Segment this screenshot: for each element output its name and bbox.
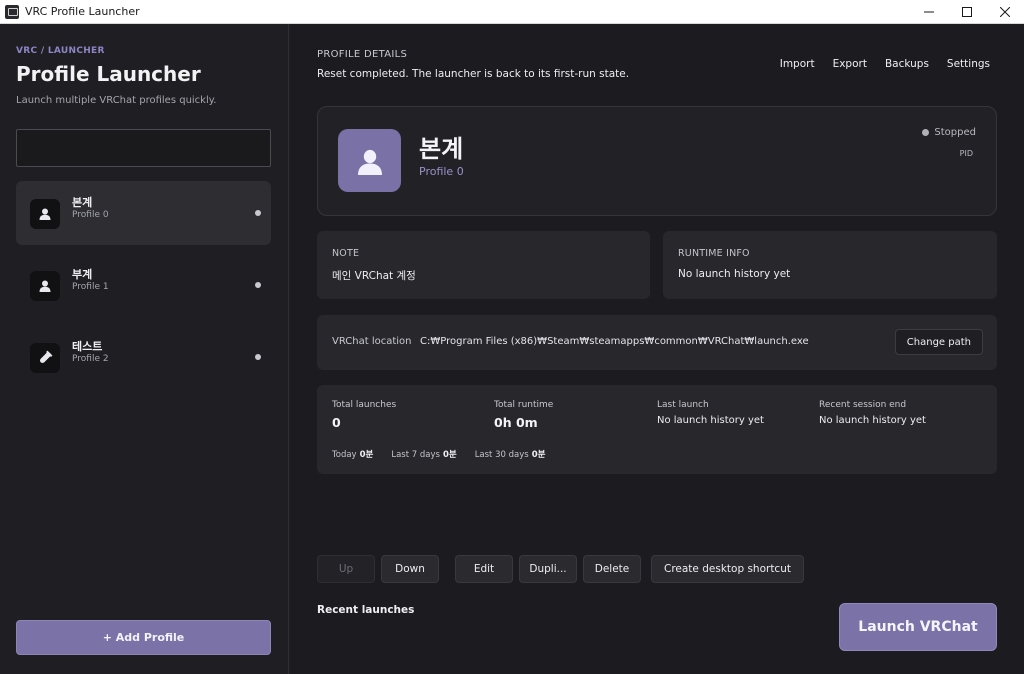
section-label: PROFILE DETAILS — [317, 49, 408, 60]
pid-label: PID — [959, 149, 973, 158]
stat-recent-session-end: Recent session end No launch history yet — [819, 400, 926, 426]
stat-label: Total launches — [332, 400, 397, 410]
change-path-button[interactable]: Change path — [894, 329, 983, 355]
runtime-info-card: RUNTIME INFO No launch history yet — [663, 231, 997, 299]
stat-label: Last launch — [657, 400, 709, 410]
breadcrumb: VRC / LAUNCHER — [16, 46, 105, 56]
location-path: C:₩Program Files (x86)₩Steam₩steamapps₩c… — [420, 336, 809, 347]
avatar — [338, 129, 401, 192]
note-value: 메인 VRChat 계정 — [332, 270, 416, 282]
stat-value: 0 — [332, 415, 341, 430]
app-subtitle: Launch multiple VRChat profiles quickly. — [16, 95, 217, 106]
profile-hero-card: 본계 Profile 0 Stopped PID — [317, 106, 997, 216]
minimize-icon — [924, 11, 934, 12]
profile-actions: Up Down Edit Dupli... Delete Create desk… — [317, 555, 810, 583]
create-shortcut-button[interactable]: Create desktop shortcut — [651, 555, 804, 583]
sidebar: VRC / LAUNCHER Profile Launcher Launch m… — [0, 24, 289, 674]
export-link[interactable]: Export — [833, 58, 867, 70]
launch-vrchat-button[interactable]: Launch VRChat — [839, 603, 997, 651]
stat-total-launches: Total launches 0 — [332, 400, 396, 430]
stat-label: Recent session end — [819, 400, 907, 410]
location-card: VRChat location C:₩Program Files (x86)₩S… — [317, 315, 997, 370]
status-message: Reset completed. The launcher is back to… — [317, 68, 630, 80]
test-tube-icon — [30, 343, 60, 373]
window-titlebar: VRC Profile Launcher — [0, 0, 1024, 24]
person-icon — [30, 199, 60, 229]
window-controls — [910, 0, 1024, 24]
profile-list: 본계 Profile 0 부계 Profile 1 테스트 Profile 2 — [16, 181, 271, 397]
stat-total-runtime: Total runtime 0h 0m — [494, 400, 553, 430]
import-link[interactable]: Import — [780, 58, 815, 70]
profile-item-2[interactable]: 테스트 Profile 2 — [16, 325, 271, 389]
profile-title: 본계 — [419, 135, 464, 163]
profile-sub: Profile 1 — [72, 282, 109, 292]
stat-value: 0h 0m — [494, 415, 538, 430]
app-title: Profile Launcher — [16, 62, 201, 86]
recent-launches-heading: Recent launches — [317, 604, 415, 616]
settings-link[interactable]: Settings — [947, 58, 990, 70]
move-up-button[interactable]: Up — [317, 555, 375, 583]
profile-subtitle: Profile 0 — [419, 165, 464, 178]
backups-link[interactable]: Backups — [885, 58, 929, 70]
profile-name: 테스트 — [72, 340, 103, 353]
move-down-button[interactable]: Down — [381, 555, 439, 583]
window-title: VRC Profile Launcher — [25, 5, 140, 18]
status-text: Stopped — [934, 127, 976, 138]
status-dot — [255, 282, 261, 288]
status-dot — [255, 210, 261, 216]
stat-value: No launch history yet — [819, 415, 926, 426]
person-icon — [30, 271, 60, 301]
stat-last-30-days: Last 30 days 0분 — [474, 450, 546, 460]
profile-sub: Profile 2 — [72, 354, 109, 364]
edit-button[interactable]: Edit — [455, 555, 513, 583]
top-nav: Import Export Backups Settings — [780, 58, 990, 70]
profile-item-1[interactable]: 부계 Profile 1 — [16, 253, 271, 317]
status-badge: Stopped — [922, 127, 976, 138]
stats-card: Total launches 0 Total runtime 0h 0m Las… — [317, 385, 997, 474]
app-icon — [5, 4, 19, 19]
delete-button[interactable]: Delete — [583, 555, 641, 583]
runtime-label: RUNTIME INFO — [678, 248, 750, 259]
note-card: NOTE 메인 VRChat 계정 — [317, 231, 650, 299]
duplicate-button[interactable]: Dupli... — [519, 555, 577, 583]
search-input[interactable] — [16, 129, 271, 167]
main-panel: PROFILE DETAILS Reset completed. The lau… — [290, 24, 1024, 674]
profile-name: 부계 — [72, 268, 93, 281]
status-dot — [255, 354, 261, 360]
minimize-button[interactable] — [910, 0, 948, 24]
close-icon — [1000, 6, 1010, 17]
stat-last-launch: Last launch No launch history yet — [657, 400, 764, 426]
note-label: NOTE — [332, 248, 360, 259]
profile-sub: Profile 0 — [72, 210, 109, 220]
close-button[interactable] — [986, 0, 1024, 24]
stat-value: No launch history yet — [657, 415, 764, 426]
person-icon — [357, 149, 382, 175]
maximize-button[interactable] — [948, 0, 986, 24]
location-label: VRChat location — [332, 336, 412, 347]
stat-today: Today 0분 — [332, 450, 374, 460]
stat-last-7-days: Last 7 days 0분 — [391, 450, 457, 460]
period-stats: Today 0분 Last 7 days 0분 Last 30 days 0분 — [332, 448, 545, 460]
add-profile-button[interactable]: + Add Profile — [16, 620, 271, 655]
runtime-value: No launch history yet — [678, 268, 791, 280]
profile-name: 본계 — [72, 196, 93, 209]
maximize-icon — [962, 6, 972, 17]
profile-item-0[interactable]: 본계 Profile 0 — [16, 181, 271, 245]
status-dot — [922, 129, 930, 136]
stat-label: Total runtime — [494, 400, 554, 410]
